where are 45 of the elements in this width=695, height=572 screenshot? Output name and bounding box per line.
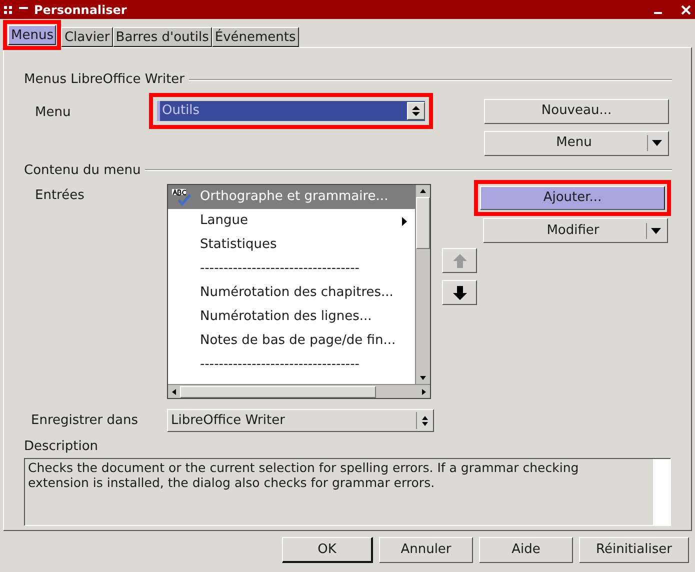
description-text: Checks the document or the current selection for spelling errors. If a grammar checking extension is installed, the dialog also checks for grammar errors.: [27, 459, 580, 490]
separator-entry[interactable]: ----------------------------------: [168, 257, 415, 281]
spin-arrows-icon: [411, 104, 421, 118]
menu-entry[interactable]: Notes de bas de page/de fin...: [168, 329, 415, 353]
field-label: Enregistrer dans: [30, 412, 140, 430]
vertical-scrollbar[interactable]: [415, 185, 430, 384]
menu-entries-list[interactable]: [167, 184, 431, 399]
caret-icon: [652, 140, 662, 146]
scrollbar-thumb[interactable]: [180, 386, 376, 398]
section-heading: Menus LibreOffice Writer: [24, 71, 185, 89]
modify-dropdown-button[interactable]: Modifier: [483, 218, 668, 243]
window-menu-icon[interactable]: [4, 5, 13, 14]
tab[interactable]: Menus: [8, 25, 56, 45]
move-down-button[interactable]: [442, 280, 477, 305]
spell-check-icon: [171, 188, 193, 206]
tab[interactable]: Événements: [212, 27, 299, 47]
field-label: Entrées: [34, 187, 86, 205]
tab[interactable]: Clavier: [61, 27, 113, 47]
dialog-button[interactable]: OK: [282, 537, 373, 563]
move-up-button[interactable]: [442, 248, 477, 273]
menu-select[interactable]: Outils: [157, 100, 425, 120]
close-icon[interactable]: [681, 4, 691, 14]
scrollbar-thumb[interactable]: [416, 197, 430, 249]
field-label: Description: [24, 438, 100, 456]
vertical-scrollbar[interactable]: [653, 459, 670, 525]
menu-entry[interactable]: Statistiques: [168, 233, 415, 257]
menu-entry[interactable]: Orthographe et grammaire...: [168, 185, 415, 209]
tab[interactable]: Barres d'outils: [112, 27, 212, 47]
menu-entry[interactable]: Langue: [168, 209, 415, 233]
add-button[interactable]: Ajouter...: [480, 186, 665, 210]
dialog-button[interactable]: Réinitialiser: [579, 537, 689, 563]
menu-entry[interactable]: Numérotation des lignes...: [168, 305, 415, 329]
field-label: Menu: [34, 104, 72, 122]
save-in-select[interactable]: LibreOffice Writer: [167, 409, 434, 432]
dialog-button[interactable]: Annuler: [379, 537, 473, 563]
menu-dropdown-button[interactable]: Menu: [484, 130, 669, 156]
menu-entry[interactable]: Numérotation des chapitres...: [168, 281, 415, 305]
new-button[interactable]: Nouveau...: [484, 98, 669, 124]
caret-icon: [651, 228, 661, 234]
separator-entry[interactable]: ----------------------------------: [168, 353, 415, 377]
horizontal-scrollbar[interactable]: [168, 384, 430, 398]
dialog-button[interactable]: Aide: [479, 537, 573, 563]
window-title: Personnaliser: [34, 2, 127, 18]
section-heading: Contenu du menu: [24, 162, 141, 180]
submenu-arrow-icon: [402, 216, 407, 226]
